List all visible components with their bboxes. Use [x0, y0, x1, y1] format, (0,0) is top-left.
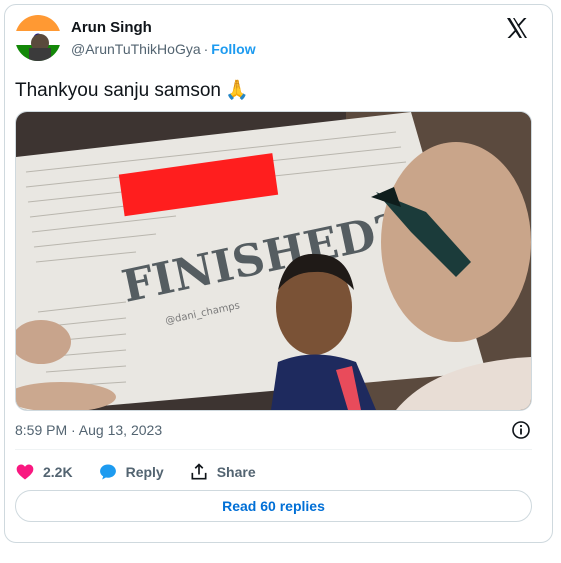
x-logo-icon[interactable] [505, 16, 529, 40]
share-button[interactable]: Share [189, 462, 256, 482]
folded-hands-emoji: 🙏 [224, 80, 249, 101]
like-button[interactable]: 2.2K [15, 462, 73, 482]
divider [15, 449, 532, 450]
info-icon[interactable] [511, 420, 531, 440]
author-handle[interactable]: @ArunTuThikHoGya [71, 41, 201, 57]
avatar[interactable] [15, 15, 61, 61]
share-label: Share [216, 464, 256, 480]
tweet-actions: 2.2K Reply Share [15, 461, 281, 483]
reply-label: Reply [125, 464, 164, 480]
tweet-timestamp[interactable]: 8:59 PM · Aug 13, 2023 [15, 422, 162, 438]
follow-button[interactable]: Follow [211, 41, 255, 57]
tweet-text-row: Thankyou sanju samson 🙏 [15, 78, 249, 102]
tweet-text: Thankyou sanju samson [15, 80, 221, 101]
speech-bubble-icon [99, 464, 116, 480]
author-name[interactable]: Arun Singh [71, 19, 152, 36]
share-icon [191, 463, 207, 480]
like-count: 2.2K [43, 464, 73, 480]
tweet-media-image[interactable]: FINISHED? @dani_champs [15, 111, 532, 411]
separator-dot: · [203, 41, 209, 57]
read-replies-button[interactable]: Read 60 replies [15, 490, 532, 522]
author-handle-row: @ArunTuThikHoGya · Follow [71, 41, 256, 57]
heart-icon [16, 464, 34, 480]
reply-button[interactable]: Reply [98, 462, 164, 482]
